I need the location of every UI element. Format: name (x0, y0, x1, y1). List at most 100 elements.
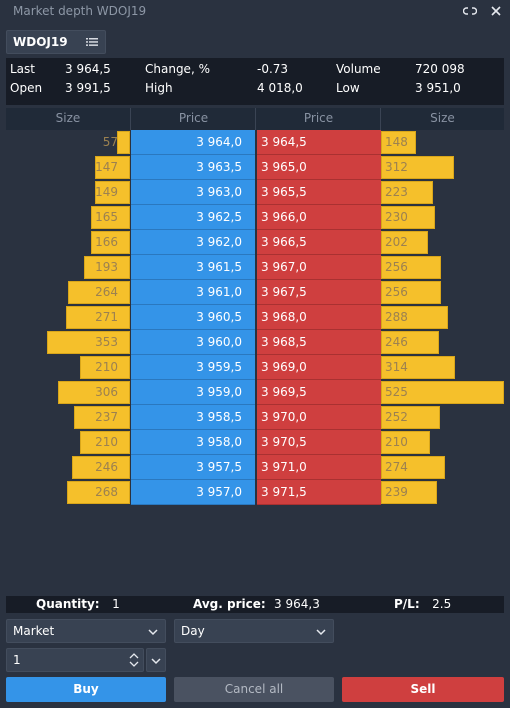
bid-price[interactable]: 3 963,5 (131, 155, 255, 180)
bid-price[interactable]: 3 959,0 (131, 380, 255, 405)
high-label: High (145, 81, 173, 95)
ask-price[interactable]: 3 968,5 (257, 330, 381, 355)
ask-size-header: Size (430, 111, 455, 125)
order-type-value: Market (13, 624, 55, 638)
order-book-row: 149 3 963,0 3 965,5 223 (6, 180, 504, 205)
bid-price[interactable]: 3 960,0 (131, 330, 255, 355)
bid-price[interactable]: 3 964,0 (131, 130, 255, 155)
link-icon[interactable] (462, 3, 478, 19)
open-label: Open (10, 81, 43, 95)
bid-size[interactable]: 147 (95, 160, 118, 174)
bid-price[interactable]: 3 961,0 (131, 280, 255, 305)
ask-size[interactable]: 525 (385, 385, 408, 399)
bid-size[interactable]: 271 (95, 310, 118, 324)
bid-size[interactable]: 306 (95, 385, 118, 399)
quantity-input[interactable]: 1 (13, 653, 113, 667)
volume-label: Volume (336, 62, 381, 76)
quote-stats-panel: Last 3 964,5 Change, % -0.73 Volume 720 … (6, 58, 504, 105)
avg-price-summary: Avg. price: 3 964,3 (193, 597, 320, 611)
bid-size[interactable]: 57 (103, 135, 118, 149)
bid-price[interactable]: 3 959,5 (131, 355, 255, 380)
ask-price[interactable]: 3 971,5 (257, 480, 381, 505)
order-book-row: 353 3 960,0 3 968,5 246 (6, 330, 504, 355)
ask-price[interactable]: 3 968,0 (257, 305, 381, 330)
ask-price[interactable]: 3 965,0 (257, 155, 381, 180)
ask-size[interactable]: 246 (385, 335, 408, 349)
order-book-row: 57 3 964,0 3 964,5 148 (6, 130, 504, 155)
bid-size[interactable]: 353 (95, 335, 118, 349)
symbol-selector[interactable]: WDOJ19 (6, 30, 106, 54)
pl-value: 2.5 (432, 597, 452, 611)
bid-price[interactable]: 3 960,5 (131, 305, 255, 330)
bid-price[interactable]: 3 957,5 (131, 455, 255, 480)
quantity-dropdown[interactable] (146, 648, 166, 672)
ask-size[interactable]: 210 (385, 435, 408, 449)
ask-size[interactable]: 148 (385, 135, 408, 149)
ask-size[interactable]: 256 (385, 260, 408, 274)
sell-button[interactable]: Sell (342, 677, 504, 702)
bid-size[interactable]: 268 (95, 485, 118, 499)
order-book-header: Size Price Price Size (6, 108, 504, 130)
bid-size[interactable]: 210 (95, 435, 118, 449)
order-book-row: 165 3 962,5 3 966,0 230 (6, 205, 504, 230)
pl-summary: P/L: 2.5 (394, 597, 451, 611)
bid-size[interactable]: 264 (95, 285, 118, 299)
quantity-stepper-icon[interactable] (128, 651, 140, 669)
bid-price[interactable]: 3 962,0 (131, 230, 255, 255)
ask-size[interactable]: 274 (385, 460, 408, 474)
bid-size[interactable]: 149 (95, 185, 118, 199)
bid-price[interactable]: 3 958,0 (131, 430, 255, 455)
order-book-row: 237 3 958,5 3 970,0 252 (6, 405, 504, 430)
bid-price[interactable]: 3 962,5 (131, 205, 255, 230)
bid-price[interactable]: 3 961,5 (131, 255, 255, 280)
bid-price[interactable]: 3 957,0 (131, 480, 255, 505)
ask-size[interactable]: 202 (385, 235, 408, 249)
chevron-down-icon (147, 626, 159, 638)
order-book-row: 268 3 957,0 3 971,5 239 (6, 480, 504, 505)
bid-size[interactable]: 210 (95, 360, 118, 374)
position-summary: Quantity: 1 Avg. price: 3 964,3 P/L: 2.5 (6, 596, 504, 613)
order-book-row: 193 3 961,5 3 967,0 256 (6, 255, 504, 280)
order-type-select[interactable]: Market (6, 619, 166, 643)
ask-size[interactable]: 312 (385, 160, 408, 174)
cancel-all-button[interactable]: Cancel all (174, 677, 334, 702)
avg-price-value: 3 964,3 (274, 597, 320, 611)
pl-label: P/L: (394, 597, 420, 611)
ask-price[interactable]: 3 966,0 (257, 205, 381, 230)
duration-select[interactable]: Day (174, 619, 334, 643)
ask-size[interactable]: 252 (385, 410, 408, 424)
ask-size[interactable]: 223 (385, 185, 408, 199)
order-book: Size Price Price Size 57 3 964,0 3 964,5 14… (6, 108, 504, 596)
ask-size[interactable]: 230 (385, 210, 408, 224)
bid-size[interactable]: 166 (95, 235, 118, 249)
bid-size[interactable]: 193 (95, 260, 118, 274)
bid-size[interactable]: 237 (95, 410, 118, 424)
bid-price[interactable]: 3 963,0 (131, 180, 255, 205)
ask-size[interactable]: 256 (385, 285, 408, 299)
bid-price[interactable]: 3 958,5 (131, 405, 255, 430)
ask-price[interactable]: 3 969,5 (257, 380, 381, 405)
avg-price-label: Avg. price: (193, 597, 266, 611)
ask-size[interactable]: 314 (385, 360, 408, 374)
ask-size[interactable]: 288 (385, 310, 408, 324)
window-title: Market depth WDOJ19 (13, 4, 147, 18)
ask-price[interactable]: 3 966,5 (257, 230, 381, 255)
bid-size[interactable]: 165 (95, 210, 118, 224)
quantity-summary: Quantity: 1 (36, 597, 120, 611)
ask-price[interactable]: 3 970,5 (257, 430, 381, 455)
ask-price[interactable]: 3 971,0 (257, 455, 381, 480)
close-icon[interactable] (488, 3, 504, 19)
ask-size[interactable]: 239 (385, 485, 408, 499)
chevron-down-icon (315, 626, 327, 638)
duration-value: Day (181, 624, 205, 638)
list-icon[interactable] (85, 35, 99, 49)
ask-price[interactable]: 3 967,5 (257, 280, 381, 305)
order-book-row: 147 3 963,5 3 965,0 312 (6, 155, 504, 180)
ask-price[interactable]: 3 965,5 (257, 180, 381, 205)
buy-button[interactable]: Buy (6, 677, 166, 702)
ask-price[interactable]: 3 964,5 (257, 130, 381, 155)
ask-price[interactable]: 3 969,0 (257, 355, 381, 380)
ask-price[interactable]: 3 970,0 (257, 405, 381, 430)
bid-size[interactable]: 246 (95, 460, 118, 474)
ask-price[interactable]: 3 967,0 (257, 255, 381, 280)
